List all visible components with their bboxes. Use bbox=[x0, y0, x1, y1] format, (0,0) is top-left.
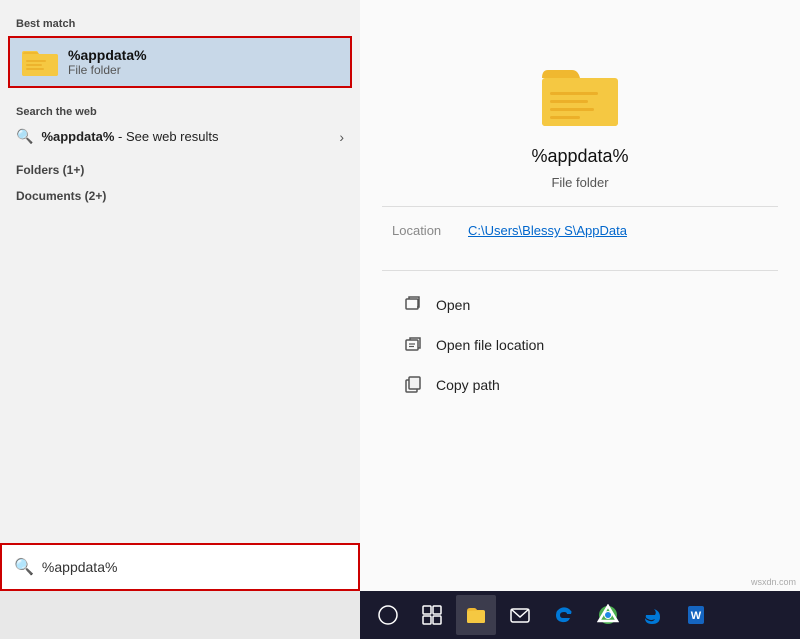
location-value[interactable]: C:\Users\Blessy S\AppData bbox=[468, 223, 627, 238]
svg-text:W: W bbox=[691, 610, 702, 622]
edge-legacy-button[interactable] bbox=[544, 595, 584, 635]
search-bar[interactable]: 🔍 %appdata% bbox=[0, 543, 360, 591]
detail-icon-area: %appdata% File folder bbox=[531, 60, 628, 190]
detail-divider-2 bbox=[382, 270, 778, 271]
open-icon bbox=[404, 295, 424, 315]
web-section-label: Search the web bbox=[16, 100, 344, 122]
open-action[interactable]: Open bbox=[400, 287, 760, 323]
file-explorer-button[interactable] bbox=[456, 595, 496, 635]
open-file-location-label: Open file location bbox=[436, 337, 544, 353]
task-view-button[interactable] bbox=[412, 595, 452, 635]
best-match-item[interactable]: %appdata% File folder bbox=[8, 36, 352, 88]
mail-button[interactable] bbox=[500, 595, 540, 635]
search-web-icon: 🔍 bbox=[16, 128, 33, 145]
detail-title: %appdata% bbox=[531, 146, 628, 167]
documents-label: Documents (2+) bbox=[0, 181, 360, 207]
open-label: Open bbox=[436, 297, 470, 313]
cortana-button[interactable] bbox=[368, 595, 408, 635]
web-suffix: - See web results bbox=[114, 129, 218, 144]
copy-path-action[interactable]: Copy path bbox=[400, 367, 760, 403]
folder-icon-small bbox=[22, 46, 58, 78]
best-match-label: Best match bbox=[0, 12, 360, 34]
results-area: Best match %appdata% File folder bbox=[0, 0, 360, 591]
copy-path-label: Copy path bbox=[436, 377, 500, 393]
search-icon: 🔍 bbox=[14, 557, 34, 577]
search-bar-text[interactable]: %appdata% bbox=[42, 559, 346, 575]
taskbar: W bbox=[360, 591, 800, 639]
folder-icon-large bbox=[540, 60, 620, 130]
best-match-type: File folder bbox=[68, 63, 147, 77]
detail-divider bbox=[382, 206, 778, 207]
chevron-right-icon: › bbox=[339, 129, 344, 145]
location-label: Location bbox=[392, 223, 452, 238]
watermark: wsxdn.com bbox=[751, 577, 796, 587]
open-file-location-icon bbox=[404, 335, 424, 355]
detail-actions: Open Open file location Co bbox=[360, 287, 800, 403]
best-match-info: %appdata% File folder bbox=[68, 47, 147, 77]
detail-panel: %appdata% File folder Location C:\Users\… bbox=[360, 0, 800, 591]
word-button[interactable]: W bbox=[676, 595, 716, 635]
detail-subtitle: File folder bbox=[551, 175, 608, 190]
web-search-section: Search the web 🔍 %appdata% - See web res… bbox=[0, 90, 360, 155]
open-file-location-action[interactable]: Open file location bbox=[400, 327, 760, 363]
web-search-item[interactable]: 🔍 %appdata% - See web results › bbox=[16, 122, 344, 151]
copy-path-icon bbox=[404, 375, 424, 395]
folders-label: Folders (1+) bbox=[0, 155, 360, 181]
best-match-name: %appdata% bbox=[68, 47, 147, 63]
search-panel: Best match %appdata% File folder bbox=[0, 0, 360, 591]
detail-info: Location C:\Users\Blessy S\AppData bbox=[360, 223, 800, 254]
edge-button[interactable] bbox=[632, 595, 672, 635]
detail-location-row: Location C:\Users\Blessy S\AppData bbox=[392, 223, 768, 238]
web-search-text: %appdata% - See web results bbox=[41, 129, 331, 144]
chrome-button[interactable] bbox=[588, 595, 628, 635]
